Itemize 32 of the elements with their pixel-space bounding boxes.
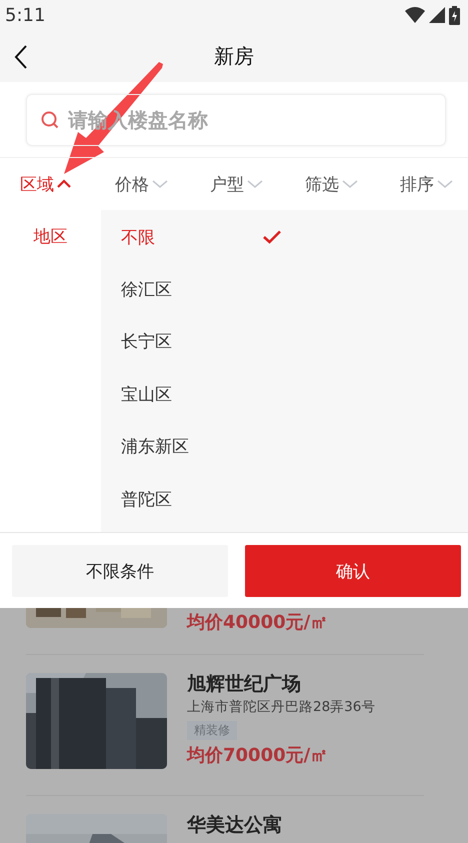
district-option[interactable]: 宝山区 (101, 368, 281, 421)
category-item[interactable]: 地区 (0, 210, 101, 262)
wifi-icon (405, 7, 425, 23)
district-option[interactable]: 普陀区 (101, 472, 281, 526)
chevron-down-icon (247, 179, 263, 189)
battery-icon (449, 6, 460, 24)
filter-tab[interactable]: 排序 (400, 158, 468, 210)
filter-tab[interactable]: 筛选 (305, 158, 400, 210)
chevron-up-icon (57, 179, 71, 189)
listing-address: 上海市普陀区丹巴路28弄36号 (187, 698, 376, 716)
listing-price: 均价40000元/㎡ (187, 612, 328, 634)
listing-tag: 精装修 (187, 720, 237, 740)
chevron-down-icon (342, 179, 358, 189)
chevron-down-icon (152, 179, 168, 189)
district-option[interactable]: 浦东新区 (101, 420, 281, 473)
filter-tab[interactable]: 价格 (115, 158, 210, 210)
page-title: 新房 (214, 42, 254, 70)
search-icon (41, 111, 59, 129)
reset-button[interactable]: 不限条件 (12, 545, 228, 597)
listing-title: 华美达公寓 (187, 814, 282, 837)
signal-icon (429, 7, 445, 23)
listing-title: 旭辉世纪广场 (187, 673, 302, 696)
district-option[interactable]: 不限 (101, 211, 281, 264)
check-icon (263, 230, 281, 244)
status-time: 5:11 (5, 4, 46, 26)
district-option[interactable]: 长宁区 (101, 316, 281, 368)
filter-tab[interactable]: 户型 (210, 158, 305, 210)
district-option[interactable]: 徐汇区 (101, 263, 281, 316)
confirm-button[interactable]: 确认 (245, 545, 461, 597)
chevron-down-icon (437, 179, 453, 189)
filter-tab[interactable]: 区域 (20, 158, 115, 210)
listing-price: 均价70000元/㎡ (187, 744, 330, 766)
